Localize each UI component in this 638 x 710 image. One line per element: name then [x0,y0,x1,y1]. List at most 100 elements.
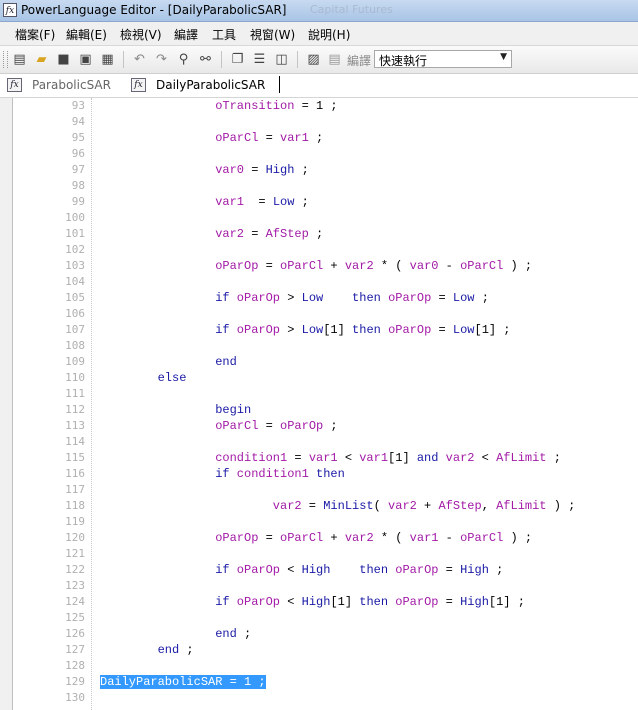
code-line[interactable]: 118 var2 = MinList( var2 + AfStep, AfLimi… [13,498,638,514]
code-line[interactable]: 97 var0 = High ; [13,162,638,178]
operator-token: ; [308,227,324,241]
code-line[interactable]: 94 [13,114,638,130]
code-line[interactable]: 100 [13,210,638,226]
code-line[interactable]: 119 [13,514,638,530]
tile-horizontal-icon[interactable]: ☰ [251,51,268,68]
identifier-token: oParOp [388,323,432,337]
menu-file[interactable]: 檔案(F) [15,26,55,43]
keyword-token: end [157,643,180,657]
code-line[interactable]: 130 [13,690,638,706]
operator-token: [1] ; [488,595,525,609]
code-line[interactable]: 123 [13,578,638,594]
run-mode-dropdown[interactable]: 快速執行 ▼ [374,50,512,68]
code-line[interactable]: 129 DailyParabolicSAR = 1 ; [13,674,638,690]
find-replace-icon[interactable]: ⚯ [197,51,214,68]
keyword-token: then [359,595,389,609]
code-text: if oParOp > Low then oParOp = Low ; [215,290,489,306]
new-study-icon[interactable]: ▤ [11,51,28,68]
chevron-down-icon[interactable]: ▼ [500,52,507,62]
open-folder-icon[interactable]: ▰ [33,51,50,68]
code-line[interactable]: 111 [13,386,638,402]
find-icon[interactable]: ⚲ [175,51,192,68]
line-number: 96 [71,147,85,160]
operator-token: < [280,563,302,577]
save-icon[interactable]: ■ [55,51,72,68]
identifier-token: condition1 [215,451,288,465]
toolbar-separator [297,51,298,68]
code-line[interactable]: 120 oParOp = oParCl + var2 * ( var1 - oPa… [13,530,638,546]
code-editor[interactable]: 93 oTransition = 1 ; 94 95 oParCl = var1 ; 96… [0,98,638,710]
code-line[interactable]: 114 [13,434,638,450]
code-text: var2 = AfStep ; [215,226,323,242]
toolbar-grip[interactable] [3,51,8,68]
line-number: 130 [65,691,85,704]
menu-compile[interactable]: 編譯 [174,26,198,43]
code-line[interactable]: 101 var2 = AfStep ; [13,226,638,242]
menu-tools[interactable]: 工具 [212,26,236,43]
keyword-token: then [352,291,381,305]
tile-vertical-icon[interactable]: ◫ [273,51,290,68]
operator-token: ; [308,131,324,145]
line-number: 119 [65,515,85,528]
code-line[interactable]: 125 [13,610,638,626]
code-line[interactable]: 93 oTransition = 1 ; [13,98,638,114]
code-line[interactable]: 126 end ; [13,626,638,642]
compile-icon[interactable]: ▨ [305,51,322,68]
keyword-token: Low [272,195,295,209]
menu-window[interactable]: 視窗(W) [250,26,295,43]
identifier-token: oParCl [215,419,259,433]
code-line[interactable]: 128 [13,658,638,674]
undo-icon[interactable]: ↶ [131,51,148,68]
code-line[interactable]: 95 oParCl = var1 ; [13,130,638,146]
menu-help[interactable]: 說明(H) [308,26,350,43]
code-line[interactable]: 121 [13,546,638,562]
identifier-token: oParOp [280,419,324,433]
operator-token: ( [373,499,389,513]
print-icon[interactable]: ▦ [99,51,116,68]
code-lines: 93 oTransition = 1 ; 94 95 oParCl = var1 ; 96… [13,98,638,706]
code-line[interactable]: 98 [13,178,638,194]
operator-token: * ( [373,259,410,273]
code-line[interactable]: 112 begin [13,402,638,418]
code-line[interactable]: 107 if oParOp > Low[1] then oParOp = Low[… [13,322,638,338]
code-line[interactable]: 115 condition1 = var1 < var1[1] and var2 … [13,450,638,466]
tab-parabolicsar[interactable]: fx ParabolicSAR [7,77,117,95]
code-line[interactable]: 104 [13,274,638,290]
code-line[interactable]: 110 else [13,370,638,386]
code-line[interactable]: 122 if oParOp < High then oParOp = High ; [13,562,638,578]
line-number: 115 [65,451,85,464]
code-line[interactable]: 102 [13,242,638,258]
operator-token [309,467,316,481]
tab-dailyparabolicsar[interactable]: fx DailyParabolicSAR [131,77,276,95]
operator-token: = [244,227,266,241]
code-text: end ; [158,642,194,658]
menu-edit[interactable]: 編輯(E) [66,26,107,43]
cascade-icon[interactable]: ❐ [229,51,246,68]
code-line[interactable]: 99 var1 = Low ; [13,194,638,210]
code-line[interactable]: 117 [13,482,638,498]
code-line[interactable]: 127 end ; [13,642,638,658]
code-line[interactable]: 106 [13,306,638,322]
code-line[interactable]: 103 oParOp = oParCl + var2 * ( var0 - oPa… [13,258,638,274]
line-number: 107 [65,323,85,336]
code-line[interactable]: 113 oParCl = oParOp ; [13,418,638,434]
code-line[interactable]: 108 [13,338,638,354]
code-line[interactable]: 105 if oParOp > Low then oParOp = Low ; [13,290,638,306]
identifier-token: condition1 [236,467,309,481]
code-line[interactable]: 109 end [13,354,638,370]
keyword-token: High [301,595,331,609]
code-line[interactable]: 96 [13,146,638,162]
menu-view[interactable]: 檢視(V) [120,26,162,43]
identifier-token: var2 [344,259,374,273]
line-number: 106 [65,307,85,320]
code-line[interactable]: 124 if oParOp < High[1] then oParOp = Hig… [13,594,638,610]
keyword-token: end [215,627,237,641]
identifier-token: oParCl [460,531,504,545]
code-text: var1 = Low ; [215,194,309,210]
save-all-icon[interactable]: ▣ [77,51,94,68]
redo-icon[interactable]: ↷ [153,51,170,68]
line-number: 129 [65,675,85,688]
code-line[interactable]: 116 if condition1 then [13,466,638,482]
operator-token: - [438,531,461,545]
keyword-token: Low [452,323,475,337]
